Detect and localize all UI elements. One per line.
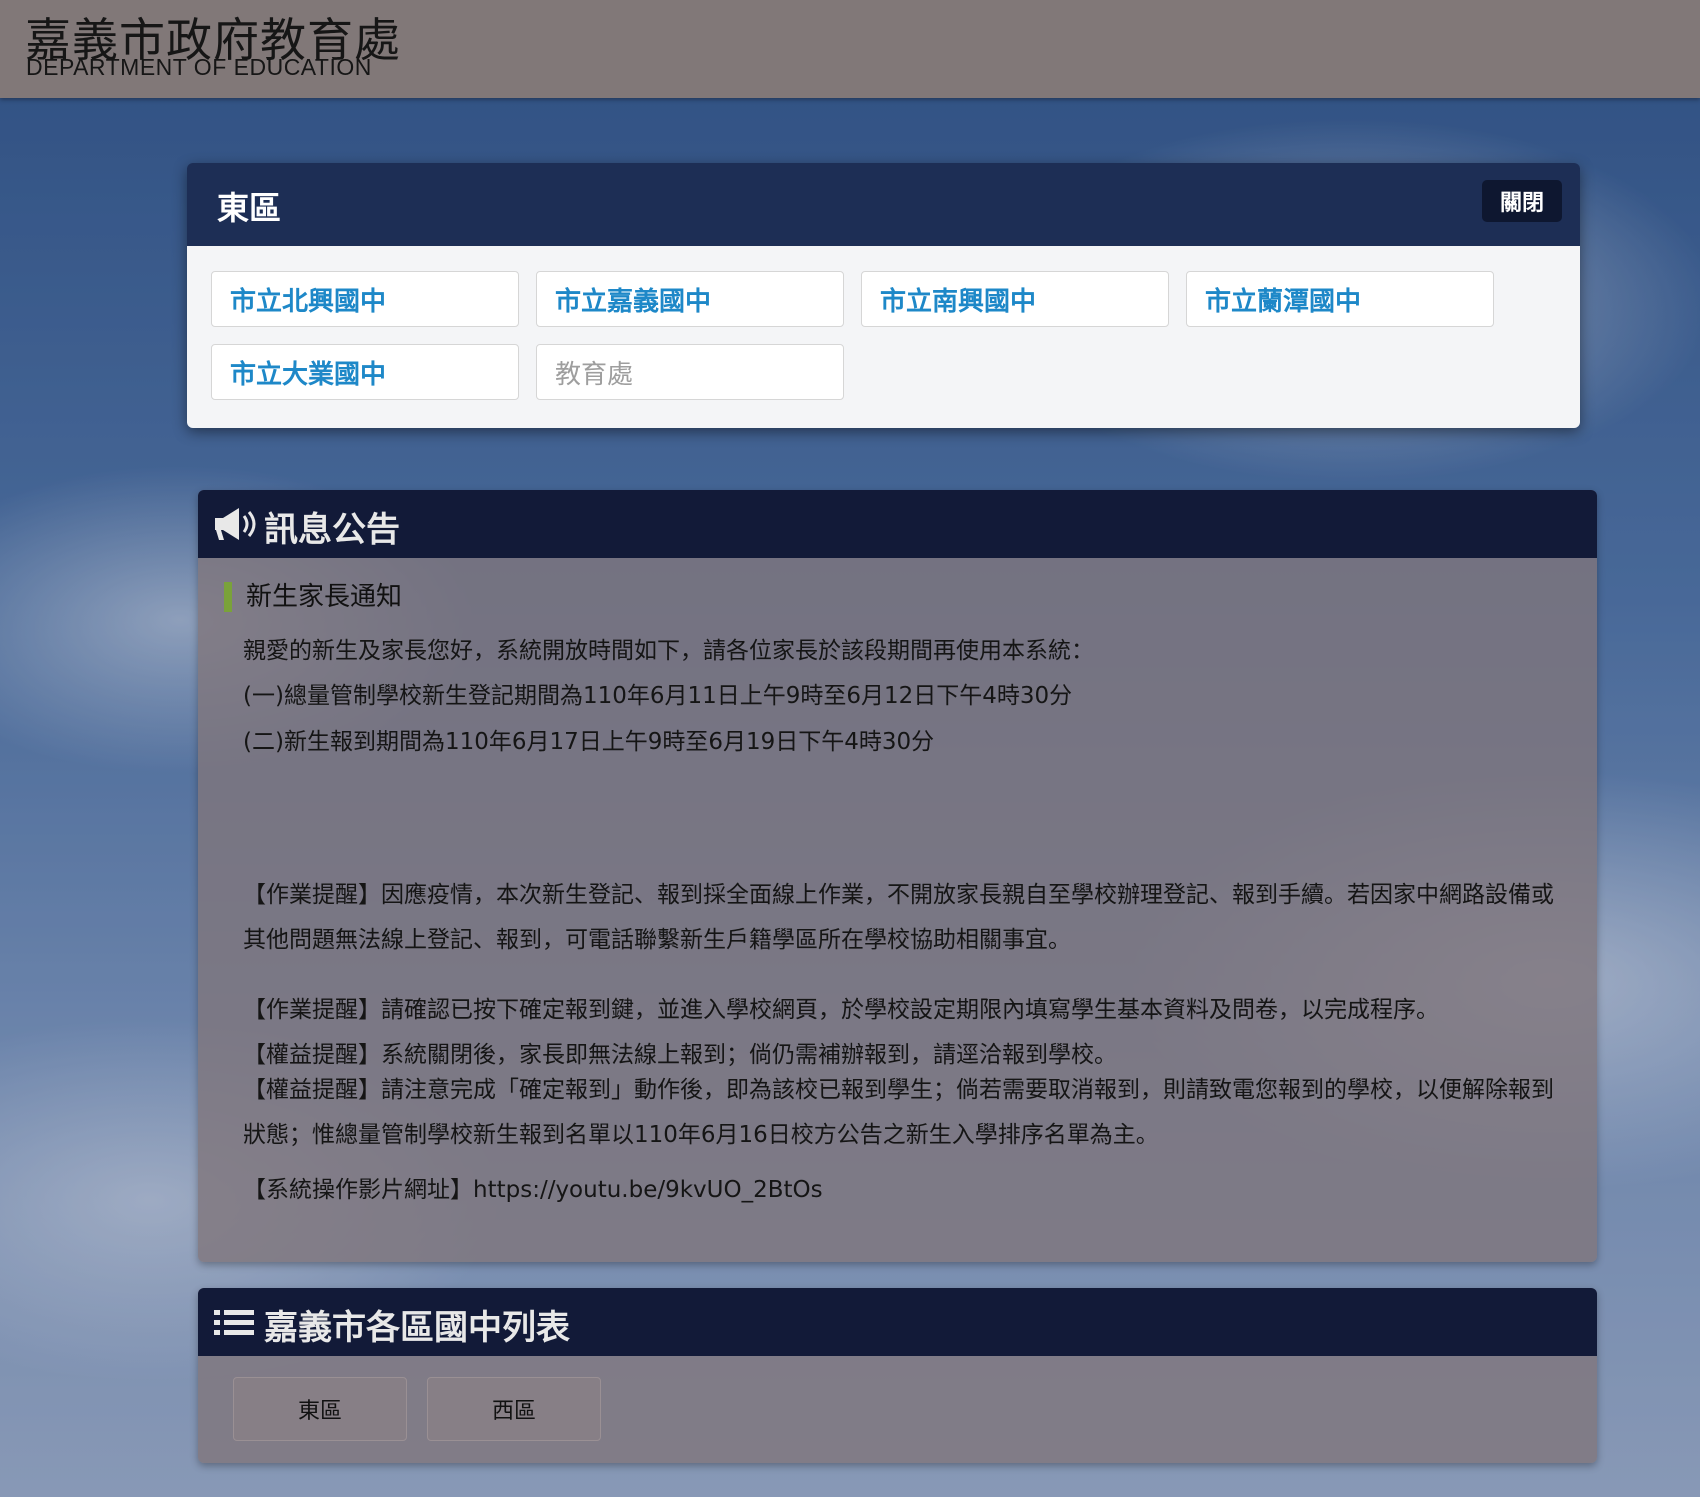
notice-period-2: (二)新生報到期間為110年6月17日上午9時至6月19日下午4時30分 <box>243 729 935 755</box>
announcement-panel: 訊息公告 新生家長通知 親愛的新生及家長您好，系統開放時間如下，請各位家長於該段… <box>198 490 1597 1262</box>
school-button-education-dept: 教育處 <box>536 344 844 400</box>
megaphone-icon <box>215 508 256 540</box>
announcement-title: 訊息公告 <box>264 510 400 550</box>
notice-reminder-1: 【作業提醒】因應疫情，本次新生登記、報到採全面線上作業，不開放家長親自至學校辦理… <box>243 882 1554 953</box>
notice-rights-1: 【權益提醒】系統關閉後，家長即無法線上報到；倘仍需補辦報到，請逕洽報到學校。 <box>243 1042 1117 1068</box>
announcement-header: 訊息公告 <box>198 490 1597 558</box>
school-button-chiayi[interactable]: 市立嘉義國中 <box>536 271 844 327</box>
modal-title: 東區 <box>217 189 282 227</box>
notice-video-line: 【系統操作影片網址】https://youtu.be/9kvUO_2BtOs <box>243 1170 823 1204</box>
school-button-daye[interactable]: 市立大業國中 <box>211 344 519 400</box>
school-list-header: 嘉義市各區國中列表 <box>198 1288 1597 1356</box>
school-list-panel: 嘉義市各區國中列表 東區 西區 <box>198 1288 1597 1463</box>
notice-intro: 親愛的新生及家長您好，系統開放時間如下，請各位家長於該段期間再使用本系統： <box>243 638 1094 664</box>
school-list-title: 嘉義市各區國中列表 <box>264 1308 570 1348</box>
video-link[interactable]: https://youtu.be/9kvUO_2BtOs <box>473 1177 823 1203</box>
modal-body: 市立北興國中 市立嘉義國中 市立南興國中 市立蘭潭國中 市立大業國中 教育處 <box>187 246 1580 428</box>
notice-subtitle: 新生家長通知 <box>224 582 402 612</box>
close-button[interactable]: 關閉 <box>1482 180 1562 222</box>
notice-rights-2: 【權益提醒】請注意完成「確定報到」動作後，即為該校已報到學生；倘若需要取消報到，… <box>243 1077 1554 1148</box>
school-button-nanxing[interactable]: 市立南興國中 <box>861 271 1169 327</box>
school-button-lantan[interactable]: 市立蘭潭國中 <box>1186 271 1494 327</box>
district-modal: 東區 關閉 市立北興國中 市立嘉義國中 市立南興國中 市立蘭潭國中 市立大業國中… <box>187 163 1580 428</box>
school-button-beixing[interactable]: 市立北興國中 <box>211 271 519 327</box>
list-icon <box>214 1310 254 1335</box>
modal-header: 東區 關閉 <box>187 163 1580 246</box>
region-button-west[interactable]: 西區 <box>427 1377 601 1441</box>
site-subtitle: DEPARTMENT OF EDUCATION <box>26 54 372 80</box>
site-header: 嘉義市政府教育處 DEPARTMENT OF EDUCATION <box>0 0 1700 98</box>
region-button-east[interactable]: 東區 <box>233 1377 407 1441</box>
video-label: 【系統操作影片網址】 <box>243 1177 473 1203</box>
notice-period-1: (一)總量管制學校新生登記期間為110年6月11日上午9時至6月12日下午4時3… <box>243 683 1073 709</box>
notice-reminder-2: 【作業提醒】請確認已按下確定報到鍵，並進入學校網頁，於學校設定期限內填寫學生基本… <box>243 997 1439 1023</box>
